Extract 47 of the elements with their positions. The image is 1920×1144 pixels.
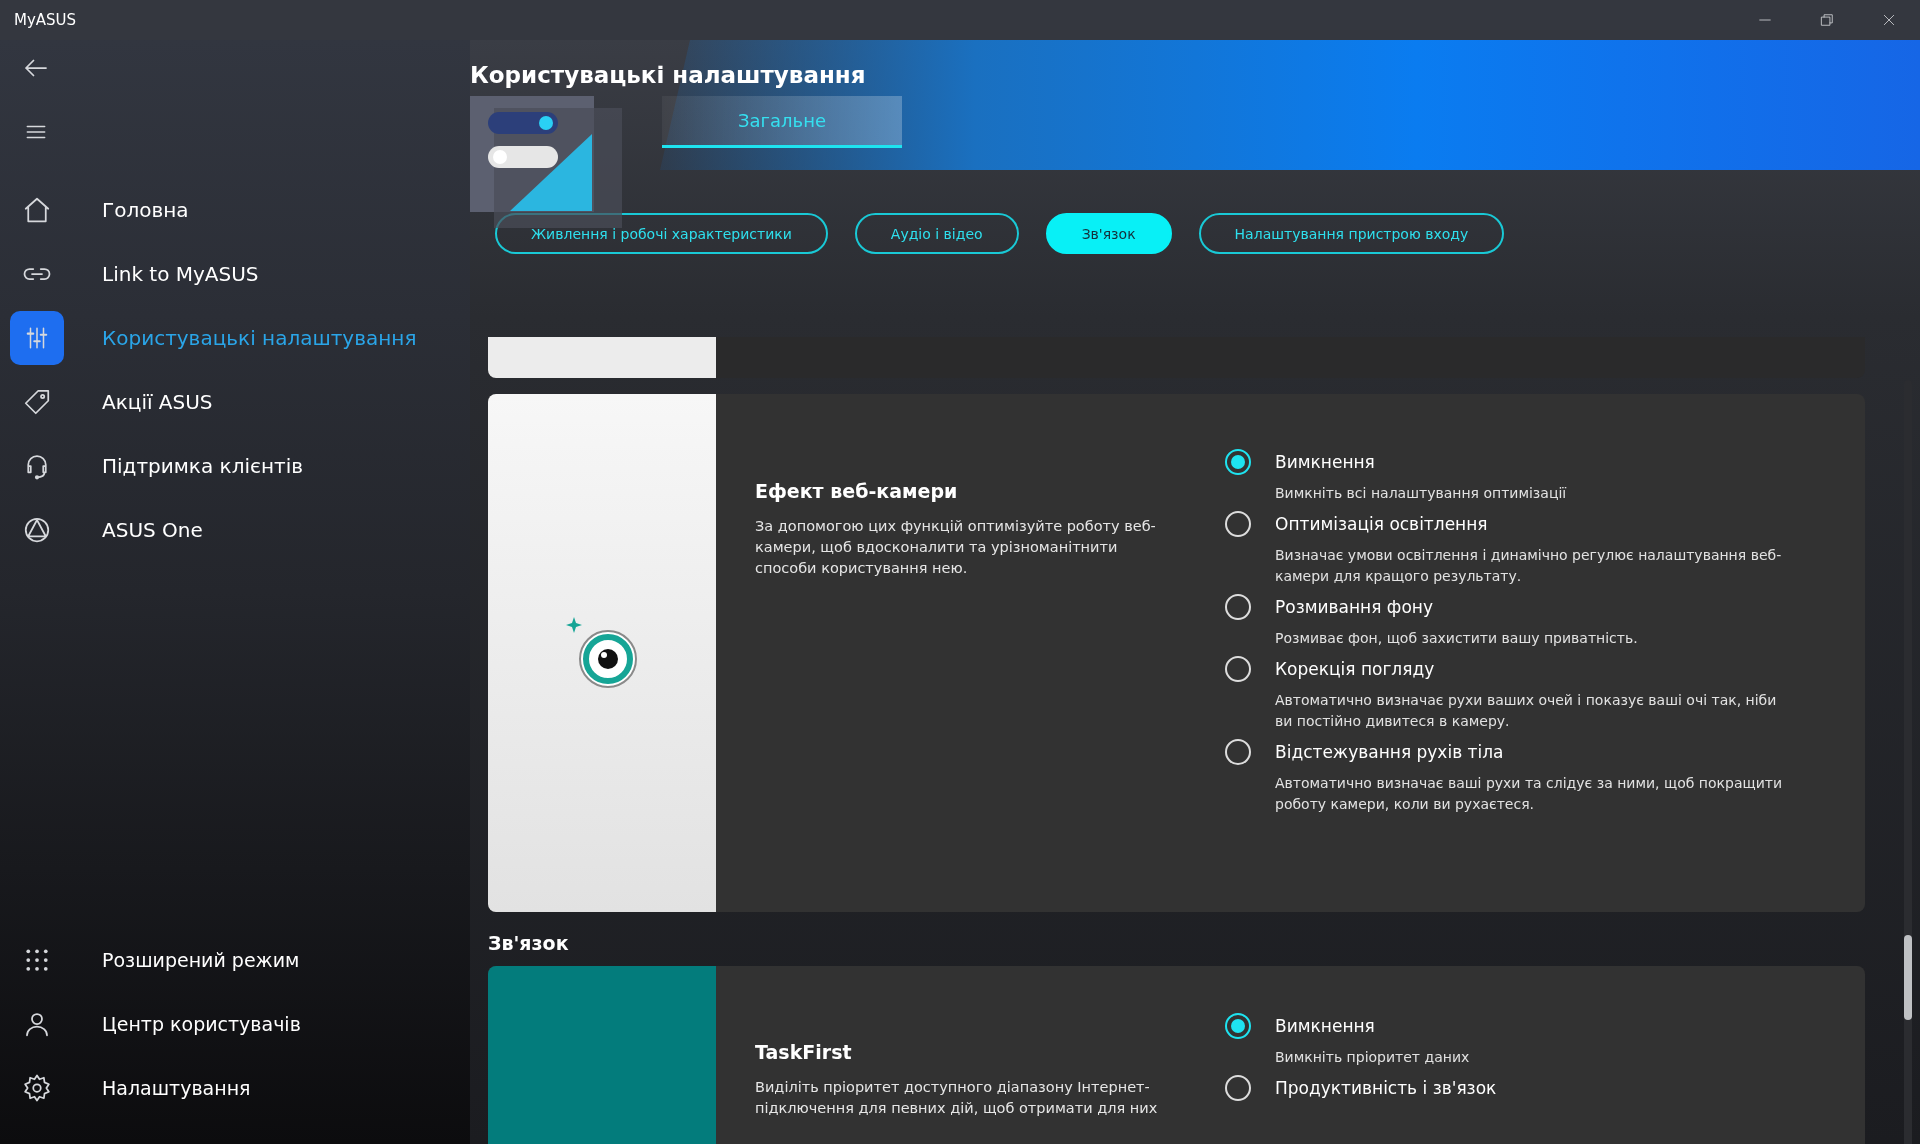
restore-icon bbox=[1820, 13, 1834, 27]
radio-button[interactable] bbox=[1225, 656, 1251, 682]
card-description: Виділіть пріоритет доступного діапазону Інтернет-підключення для певних дій, щоб отримати для них bbox=[755, 1078, 1159, 1118]
page-title: Користувацькі налаштування bbox=[470, 62, 867, 88]
radio-button[interactable] bbox=[1225, 1013, 1251, 1039]
nav-item[interactable]: Налаштування bbox=[0, 1056, 470, 1120]
filter-chip[interactable]: Зв'язок bbox=[1045, 213, 1172, 254]
radio-button[interactable] bbox=[1225, 1075, 1251, 1101]
radio-button[interactable] bbox=[1225, 511, 1251, 537]
card-title: TaskFirst bbox=[755, 1041, 853, 1063]
filter-chip[interactable]: Живлення і робочі характеристики bbox=[495, 213, 828, 254]
option-label: Відстежування рухів тіла bbox=[1275, 742, 1505, 764]
radio-button[interactable] bbox=[1225, 594, 1251, 620]
option-description: Вимкніть пріоритет даних bbox=[1275, 1048, 1471, 1067]
option-description: Автоматично визначає рухи ваших очей і показує ваші очі так, ніби ви постійно дивитеся в камеру. bbox=[1275, 691, 1778, 731]
option-label: Розмивання фону bbox=[1275, 597, 1434, 619]
card-description: За допомогою цих функцій оптимізуйте роботу веб-камери, щоб вдосконалити та урізноманітнити способи користування нею. bbox=[755, 517, 1157, 578]
triangle-circle-icon bbox=[22, 515, 52, 545]
tag-icon bbox=[22, 387, 52, 417]
nav-item[interactable]: Користувацькі налаштування bbox=[0, 306, 470, 370]
home-icon bbox=[22, 195, 52, 225]
nav-item[interactable]: Підтримка клієнтів bbox=[0, 434, 470, 498]
option-description: Визначає умови освітлення і динамічно регулює налаштування веб-камери для кращого результату. bbox=[1275, 546, 1783, 586]
card-title: Ефект веб-камери bbox=[755, 480, 959, 502]
settings-icon bbox=[22, 1073, 52, 1103]
option-label: Продуктивність і зв'язок bbox=[1275, 1078, 1498, 1100]
option-description: Розмиває фон, щоб захистити вашу приватність. bbox=[1275, 629, 1639, 648]
sliders-icon bbox=[24, 325, 50, 351]
option-label: Корекція погляду bbox=[1275, 659, 1436, 681]
option-description: Вимкніть всі налаштування оптимізації bbox=[1275, 484, 1568, 503]
nav-item[interactable]: Акції ASUS bbox=[0, 370, 470, 434]
filter-chip[interactable]: Аудіо і відео bbox=[854, 213, 1019, 254]
nav-item[interactable]: Центр користувачів bbox=[0, 992, 470, 1056]
option-description: Автоматично визначає ваші рухи та слідує за ними, щоб покращити роботу камери, коли ви рухаєтеся. bbox=[1275, 774, 1783, 814]
app-title: MyASUS bbox=[14, 11, 78, 29]
option-label: Вимкнення bbox=[1275, 452, 1376, 474]
nav-item[interactable]: ASUS One bbox=[0, 498, 470, 562]
option-label: Вимкнення bbox=[1275, 1016, 1376, 1038]
filter-chip[interactable]: Налаштування пристрою входу bbox=[1198, 213, 1505, 254]
radio-button[interactable] bbox=[1225, 449, 1251, 475]
nav-item[interactable]: Розширений режим bbox=[0, 928, 470, 992]
option-label: Оптимізація освітлення bbox=[1275, 514, 1489, 536]
section-title: Зв'язок bbox=[488, 932, 570, 954]
nav-item[interactable]: Головна bbox=[0, 178, 470, 242]
nav-item[interactable]: Link to MyASUS bbox=[0, 242, 470, 306]
radio-button[interactable] bbox=[1225, 739, 1251, 765]
close-icon bbox=[1882, 13, 1896, 27]
